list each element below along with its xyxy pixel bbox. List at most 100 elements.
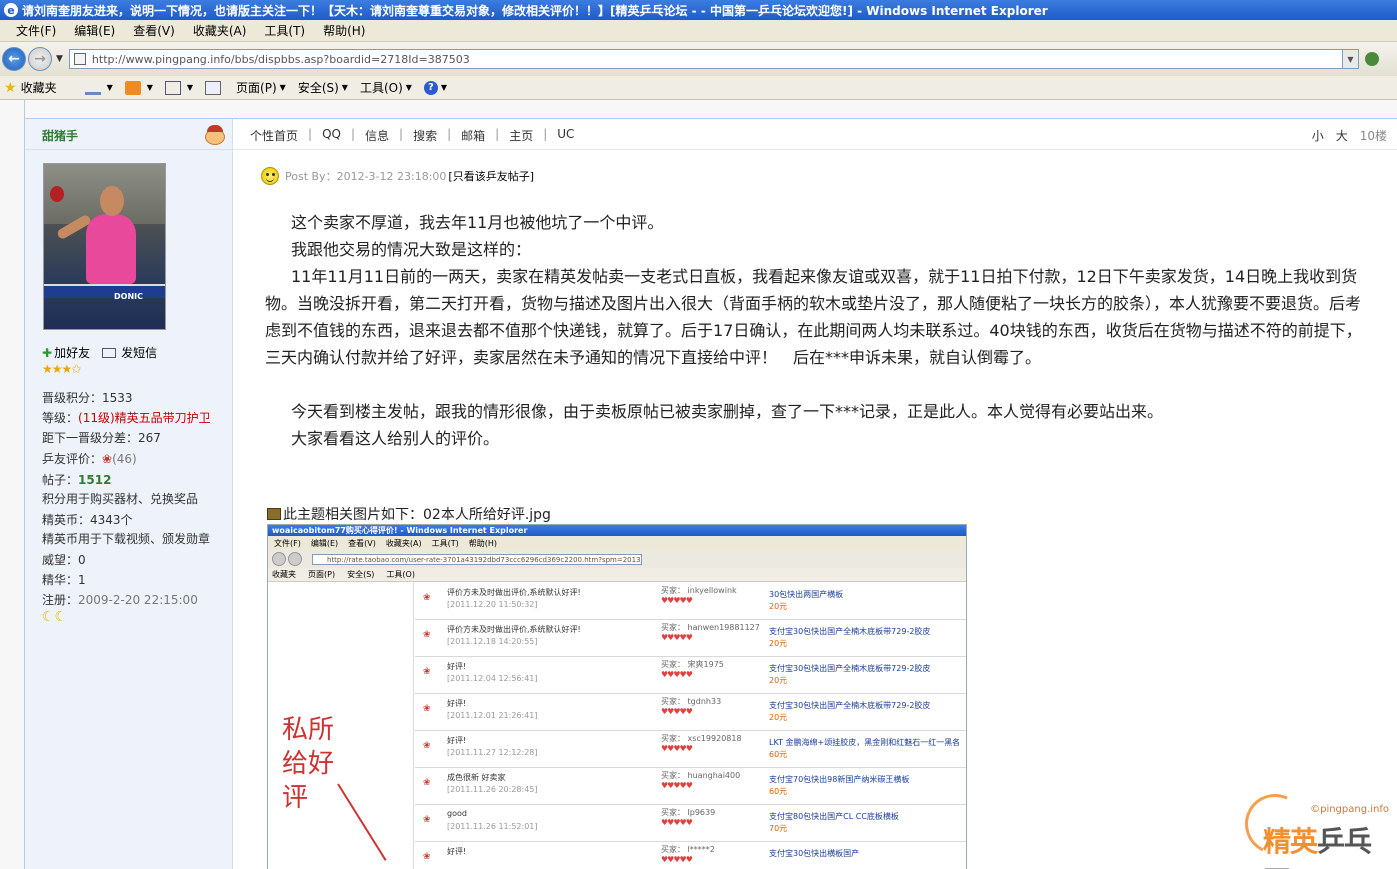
menu-favorites[interactable]: 收藏夹(A) [193, 22, 247, 39]
rating-item: 30包快出两国产横板 [769, 590, 844, 599]
add-friend-link[interactable]: 加好友 [54, 344, 90, 361]
menu-view[interactable]: 查看(V) [133, 22, 175, 39]
rating-comment: 好评! [447, 847, 467, 856]
read-mail-button[interactable]: ▼ [164, 80, 193, 95]
menu-edit[interactable]: 编辑(E) [74, 22, 115, 39]
attached-image[interactable]: woaicaobitom77购买心得评价! - Windows Internet… [267, 524, 967, 869]
font-small-button[interactable]: 小 [1312, 127, 1324, 144]
rating-row: ❀ 好评! [2011.12.04 12:56:41] 买家： 宋爽1975 ♥♥♥♥♥… [415, 657, 966, 694]
address-bar: ← → ▼ http://www.pingpang.info/bbs/dispb… [0, 42, 1397, 76]
rose-icon: ❀ [423, 667, 431, 677]
star-icon: ★ [4, 79, 17, 96]
tools-menu[interactable]: 工具(O) ▼ [360, 79, 412, 96]
menu-help[interactable]: 帮助(H) [323, 22, 365, 39]
rating-comment: good [447, 809, 467, 818]
register-date: 注册：2009-2-20 22:15:00 [42, 593, 198, 607]
next-level: 距下一晋级分差：267 [42, 431, 161, 445]
watermark-url: ©pingpang.info [1310, 804, 1389, 815]
page-menu[interactable]: 页面(P) ▼ [236, 79, 286, 96]
rating-buyer: 买家： tgdnh33 [661, 697, 722, 706]
rose-icon: ❀ [423, 593, 431, 603]
rose-icon: ❀ [423, 815, 431, 825]
coins-note[interactable]: 精英币用于下载视频、颁发勋章 [42, 530, 210, 547]
history-dropdown-icon[interactable]: ▼ [56, 54, 63, 64]
rating-row: ❀ 评价方未及时做出评价,系统默认好评! [2011.12.18 14:20:55]… [415, 620, 966, 657]
nav-uc[interactable]: UC [557, 127, 574, 144]
safety-menu[interactable]: 安全(S) ▼ [298, 79, 348, 96]
rose-icon: ❀ [423, 630, 431, 640]
rating-item: LKT 金鹏海绵+颂挂胶皮，黑金刚和红魅石一红一黑各... [769, 738, 959, 747]
nav-homepage[interactable]: 个性首页 [250, 127, 298, 144]
refresh-icon[interactable] [1364, 52, 1379, 66]
smiley-icon [261, 167, 279, 185]
user-face-icon [205, 125, 227, 145]
rating-buyer: 买家： inkyellowink [661, 586, 737, 595]
post-paragraph: 今天看到楼主发帖，跟我的情形很像，由于卖板原帖已被卖家删掉，查了一下***记录，… [291, 402, 1164, 421]
rank-stars: ★★★✩ [42, 362, 81, 376]
font-size-controls: 小 大 10楼 [1300, 127, 1387, 144]
credit-hearts-icon: ♥♥♥♥♥ [661, 818, 693, 827]
print-button[interactable] [205, 80, 224, 95]
credit-hearts-icon: ♥♥♥♥♥ [661, 670, 693, 679]
home-button[interactable]: ▼ [84, 81, 113, 95]
post-paragraph: 这个卖家不厚道，我去年11月也被他坑了一个中评。 [291, 213, 664, 232]
grade: 等级：(11级)精英五品带刀护卫 [42, 411, 211, 425]
rating-item: 支付宝70包快出98新国产纳米碳王横板 [769, 775, 910, 784]
menu-bar: 文件(F) 编辑(E) 查看(V) 收藏夹(A) 工具(T) 帮助(H) [0, 20, 1397, 42]
back-arrow-icon[interactable]: ← [2, 47, 26, 71]
rating-date: [2011.12.04 12:56:41] [447, 674, 538, 683]
rating-buyer: 买家： lp9639 [661, 808, 716, 817]
forward-arrow-icon[interactable]: → [28, 47, 52, 71]
header-divider [233, 149, 1397, 150]
rating-comment: 好评! [447, 736, 467, 745]
window-title-bar: e 请刘南奎朋友进来，说明一下情况，也请版主关注一下！【天木：请刘南奎尊重交易对… [0, 0, 1397, 20]
rating-buyer: 买家： huanghai400 [661, 771, 741, 780]
username-link[interactable]: 甜猪手 [42, 127, 78, 144]
rating-item: 支付宝30包快出国产全楠木底板带729-2胶皮 [769, 701, 931, 710]
points-note[interactable]: 积分用于购买器材、兑换奖品 [42, 490, 198, 507]
rose-icon: ❀ [423, 778, 431, 788]
panel-divider [25, 149, 233, 150]
web-page: 甜猪手 DONIC ✚ 加好友 发短信 ★★★✩ 晋级积分：1533 等级：(1… [0, 100, 1397, 869]
elite-coins: 精英币：4343个 [42, 513, 133, 527]
menu-tools[interactable]: 工具(T) [264, 22, 305, 39]
rating-date: [2011.12.18 14:20:55] [447, 637, 538, 646]
feeds-button[interactable]: ▼ [124, 80, 153, 95]
rating-buyer: 买家： hanwen19881127 [661, 623, 760, 632]
favorites-button[interactable]: ★ 收藏夹 [4, 79, 57, 96]
post-paragraph: 大家看看这人给别人的评价。 [291, 429, 500, 448]
attachment-link[interactable]: 此主题相关图片如下：02本人所给好评.jpg [283, 504, 551, 524]
prestige: 威望：0 [42, 553, 86, 567]
print-icon [205, 80, 222, 95]
message-icon [102, 347, 117, 358]
nav-info[interactable]: 信息 [365, 127, 389, 144]
post-content: 这个卖家不厚道，我去年11月也被他坑了一个中评。 我跟他交易的情况大致是这样的：… [265, 209, 1365, 452]
nav-mail[interactable]: 邮箱 [461, 127, 485, 144]
address-dropdown-icon[interactable]: ▼ [1341, 50, 1358, 68]
credit-hearts-icon: ♥♥♥♥♥ [661, 707, 693, 716]
menu-file[interactable]: 文件(F) [16, 22, 56, 39]
only-this-user-link[interactable]: [只看该乒友帖子] [448, 168, 534, 184]
mail-icon [164, 80, 181, 95]
nav-qq[interactable]: QQ [322, 127, 341, 144]
rose-icon: ❀ [423, 852, 431, 862]
rating-item: 支付宝80包快出国产CL CC底板横板 [769, 812, 899, 821]
nav-search[interactable]: 搜索 [413, 127, 437, 144]
rating-date: [2011.11.27 12:12:28] [447, 748, 538, 757]
rating-comment: 成色很新 好卖家 [447, 773, 506, 782]
rating-row: ❀ 好评! [2011.11.27 12:12:28] 买家： xsc19920818… [415, 731, 966, 768]
send-message-link[interactable]: 发短信 [121, 344, 157, 361]
post-count: 帖子：1512 [42, 473, 112, 487]
image-file-icon [267, 508, 281, 520]
rating-row: ❀ 好评! 买家： l*****2 ♥♥♥♥♥ 支付宝30包快出横板国产 [415, 842, 966, 869]
rating-date: [2011.11.26 20:28:45] [447, 785, 538, 794]
font-large-button[interactable]: 大 [1336, 127, 1348, 144]
rating-buyer: 买家： l*****2 [661, 845, 715, 854]
address-input[interactable]: http://www.pingpang.info/bbs/dispbbs.asp… [68, 49, 1359, 69]
post-by: Post By：2012-3-12 23:18:00 [285, 170, 447, 183]
post-meta: Post By：2012-3-12 23:18:00 [只看该乒友帖子] [261, 167, 534, 185]
help-menu[interactable]: ? ▼ [423, 80, 447, 95]
nav-home[interactable]: 主页 [509, 127, 533, 144]
command-bar: ★ 收藏夹 ▼ ▼ ▼ 页面(P) ▼ 安全(S) ▼ 工具(O) ▼ ? ▼ [0, 76, 1397, 100]
post-paragraph: 我跟他交易的情况大致是这样的： [291, 240, 532, 259]
